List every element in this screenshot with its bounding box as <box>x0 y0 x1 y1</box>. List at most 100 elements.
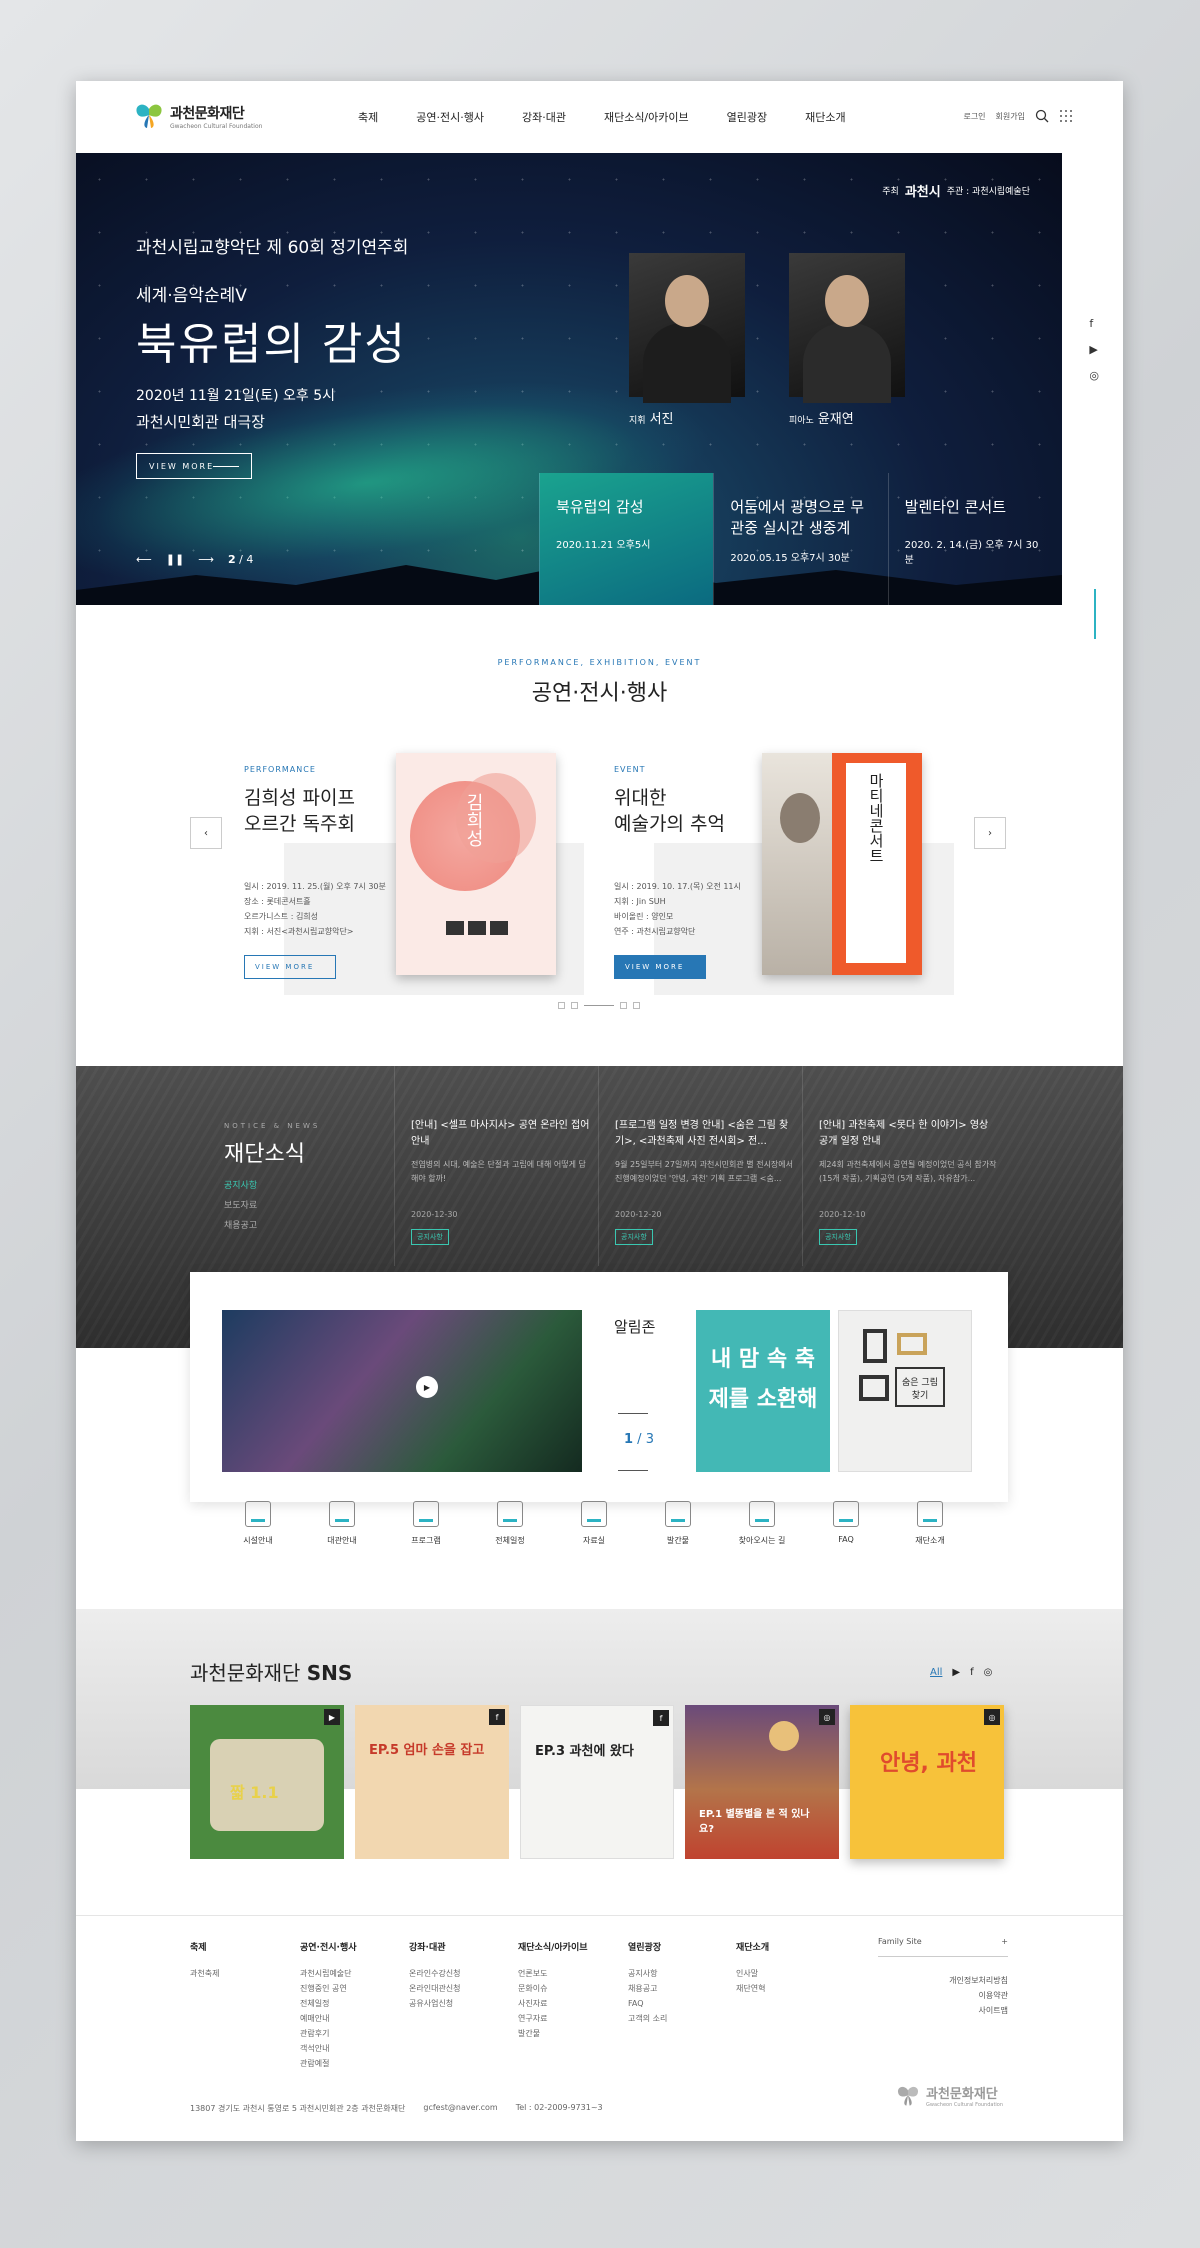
footer-link[interactable]: 관람예절 <box>300 2056 357 2071</box>
sns-card-caption: 안녕, 과천 <box>880 1751 977 1776</box>
privacy-link[interactable]: 개인정보처리방침 <box>878 1973 1008 1988</box>
search-icon[interactable] <box>1035 109 1049 123</box>
pager-dot[interactable] <box>571 1002 578 1009</box>
pager-dot[interactable] <box>633 1002 640 1009</box>
news-cat-recruit[interactable]: 채용공고 <box>224 1216 257 1236</box>
divider <box>394 1066 395 1266</box>
footer-link[interactable]: 언론보도 <box>518 1966 588 1981</box>
hidden-picture-poster[interactable]: 숨은 그림 찾기 <box>838 1310 972 1472</box>
sns-card[interactable]: 안녕, 과천 ◎ <box>850 1705 1004 1859</box>
footer-link[interactable]: 발간물 <box>518 2026 588 2041</box>
nav-performance[interactable]: 공연·전시·행사 <box>416 109 484 125</box>
organ-recital-poster[interactable]: 김희성 <box>396 753 556 975</box>
pager-dot[interactable] <box>620 1002 627 1009</box>
quick-archive[interactable]: 자료실 <box>552 1501 636 1546</box>
footer-link[interactable]: 전체일정 <box>300 1996 357 2011</box>
hero-view-more-button[interactable]: VIEW MORE <box>136 453 252 479</box>
perf-card-2[interactable]: EVENT 위대한 예술가의 추억 일시 : 2019. 10. 17.(목) 오… <box>614 753 984 995</box>
footer-link[interactable]: 객석안내 <box>300 2041 357 2056</box>
footer-link[interactable]: 과천시립예술단 <box>300 1966 357 1981</box>
footer-link[interactable]: 사진자료 <box>518 1996 588 2011</box>
footer-link[interactable]: 관람후기 <box>300 2026 357 2041</box>
perf-card-1[interactable]: PERFORMANCE 김희성 파이프 오르간 독주회 일시 : 2019. 11… <box>244 753 614 995</box>
matinee-concert-poster[interactable]: 마티네콘서트 <box>762 753 922 975</box>
site-logo[interactable]: 과천문화재단 Gwacheon Cultural Foundation <box>134 101 262 131</box>
hero-tab-2[interactable]: 어둠에서 광명으로 무관중 실시간 생중계 2020.05.15 오후7시 30분 <box>713 473 887 605</box>
hero-tab-3[interactable]: 발렌타인 콘서트 2020. 2. 14.(금) 오후 7시 30분 <box>887 473 1062 605</box>
news-item[interactable]: [안내] 과천축제 <못다 한 이야기> 영상 공개 일정 안내 제24회 과천… <box>819 1118 999 1245</box>
hero-tab-1[interactable]: 북유럽의 감성 2020.11.21 오후5시 <box>539 473 714 605</box>
news-cat-notice[interactable]: 공지사항 <box>224 1176 257 1196</box>
festival-video[interactable]: ▶ <box>222 1310 582 1472</box>
grid-menu-icon[interactable] <box>1059 109 1073 123</box>
login-link[interactable]: 로그인 <box>963 111 985 122</box>
nav-about[interactable]: 재단소개 <box>805 109 845 125</box>
play-icon[interactable]: ▶ <box>416 1376 438 1398</box>
footer-link[interactable]: 온라인수강신청 <box>409 1966 461 1981</box>
footer-link[interactable]: 고객의 소리 <box>628 2011 667 2026</box>
footer-link[interactable]: FAQ <box>628 1996 667 2011</box>
news-section-title: 재단소식 <box>224 1142 305 1167</box>
view-more-button[interactable]: VIEW MORE <box>614 955 706 979</box>
card-info-line: 연주 : 과천시립교향악단 <box>614 927 696 936</box>
sns-card[interactable]: EP.1 별똥별을 본 적 있나요? ◎ <box>685 1705 839 1859</box>
sns-card[interactable]: EP.5 엄마 손을 잡고 f <box>355 1705 509 1859</box>
next-arrow-icon[interactable]: ⟶ <box>198 553 214 566</box>
youtube-icon[interactable]: ▶ <box>952 1667 960 1678</box>
sns-card[interactable]: EP.3 과천에 왔다 f <box>520 1705 674 1859</box>
quick-faq[interactable]: FAQ <box>804 1501 888 1546</box>
facebook-icon[interactable]: f <box>970 1667 974 1678</box>
prev-arrow-icon[interactable]: ⟵ <box>136 553 152 566</box>
family-site-label: Family Site <box>878 1937 922 1946</box>
pause-icon[interactable]: ❚❚ <box>166 553 184 566</box>
nav-lecture[interactable]: 강좌·대관 <box>522 109 566 125</box>
news-item[interactable]: [프로그램 일정 변경 안내] <숨은 그림 찾기>, <과천축제 사진 전시회… <box>615 1118 795 1245</box>
instagram-icon[interactable]: ◎ <box>1089 369 1099 382</box>
family-site-select[interactable]: Family Site + <box>878 1937 1008 1957</box>
nav-festival[interactable]: 축제 <box>358 109 378 125</box>
quick-directions[interactable]: 찾아오시는 길 <box>720 1501 804 1546</box>
sns-filter-all[interactable]: All <box>930 1667 942 1678</box>
alim-next-arrow[interactable] <box>618 1413 648 1414</box>
quick-program[interactable]: 프로그램 <box>384 1501 468 1546</box>
footer-link[interactable]: 채용공고 <box>628 1981 667 1996</box>
footer-link[interactable]: 문화이슈 <box>518 1981 588 1996</box>
news-cat-press[interactable]: 보도자료 <box>224 1196 257 1216</box>
footer-link[interactable]: 온라인대관신청 <box>409 1981 461 1996</box>
alim-prev-arrow[interactable] <box>618 1470 648 1471</box>
footer-link[interactable]: 과천축제 <box>190 1966 219 1981</box>
quick-facility[interactable]: 시설안내 <box>216 1501 300 1546</box>
nav-news[interactable]: 재단소식/아카이브 <box>604 109 689 125</box>
alim-pager: 1 / 3 <box>624 1432 654 1447</box>
quick-publications[interactable]: 발간물 <box>636 1501 720 1546</box>
logo-text: 과천문화재단 <box>170 105 245 122</box>
nav-open-plaza[interactable]: 열린광장 <box>727 109 767 125</box>
perf-prev-button[interactable]: ‹ <box>190 817 222 849</box>
quick-schedule[interactable]: 전체일정 <box>468 1501 552 1546</box>
facebook-icon[interactable]: f <box>1089 317 1099 330</box>
quick-about[interactable]: 재단소개 <box>888 1501 972 1546</box>
card-info-line: 장소 : 롯데콘서트홀 <box>244 897 311 906</box>
footer-link[interactable]: 예매안내 <box>300 2011 357 2026</box>
sitemap-link[interactable]: 사이트맵 <box>878 2003 1008 2018</box>
sns-card[interactable]: 짧 1.1 ▶ <box>190 1705 344 1859</box>
quick-rental[interactable]: 대관안내 <box>300 1501 384 1546</box>
instagram-icon[interactable]: ◎ <box>984 1667 993 1678</box>
footer-link[interactable]: 공유사업신청 <box>409 1996 461 2011</box>
footer-link[interactable]: 연구자료 <box>518 2011 588 2026</box>
poster-text: 내 맘 속 축제를 소환해 <box>708 1347 818 1412</box>
youtube-icon[interactable]: ▶ <box>1089 343 1099 356</box>
festival-summon-poster[interactable]: 내 맘 속 축제를 소환해 <box>696 1310 830 1472</box>
pager-dot[interactable] <box>558 1002 565 1009</box>
footer-link[interactable]: 공지사항 <box>628 1966 667 1981</box>
footer-link[interactable]: 진행중인 공연 <box>300 1981 357 1996</box>
footer-col-heading: 열린광장 <box>628 1943 662 1953</box>
footer-link[interactable]: 재단연혁 <box>736 1981 769 1996</box>
join-link[interactable]: 회원가입 <box>996 111 1025 122</box>
news-tag: 공지사항 <box>819 1229 857 1245</box>
view-more-button[interactable]: VIEW MORE <box>244 955 336 979</box>
news-item[interactable]: [안내] <셀프 마사지사> 공연 온라인 접어 안내 전염병의 시대, 예술은… <box>411 1118 591 1245</box>
terms-link[interactable]: 이용약관 <box>878 1988 1008 2003</box>
footer-link[interactable]: 인사말 <box>736 1966 769 1981</box>
pianist-name: 윤재연 <box>817 412 854 427</box>
